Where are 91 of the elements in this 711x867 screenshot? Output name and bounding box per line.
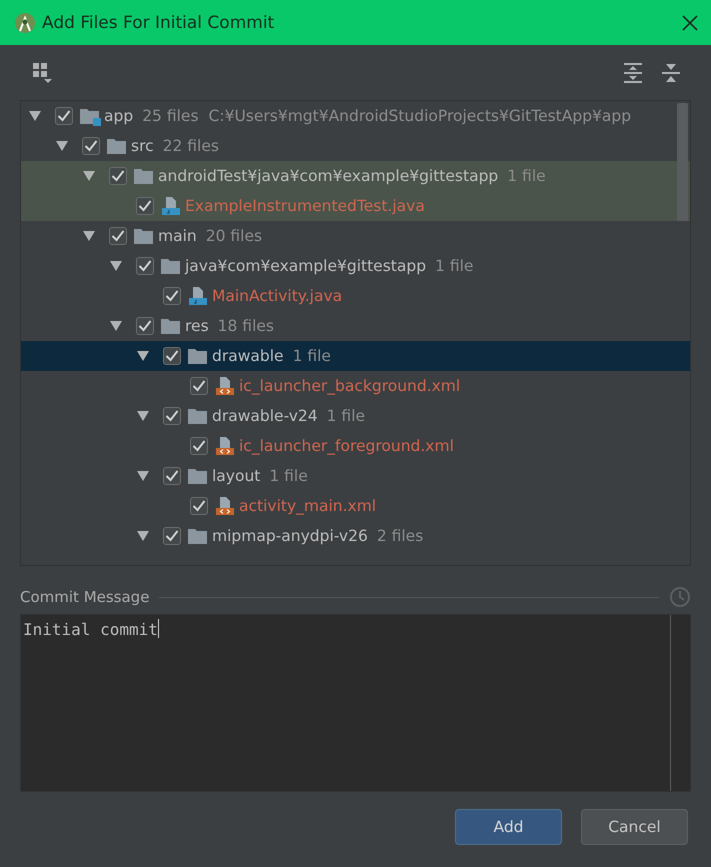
expanded-arrow-icon[interactable] <box>109 320 123 332</box>
file-count: 1 file <box>292 347 331 365</box>
folder-name: res <box>185 317 209 335</box>
checkbox[interactable] <box>163 527 181 545</box>
window-title: Add Files For Initial Commit <box>42 12 276 32</box>
commit-message-field[interactable]: Initial commit <box>20 614 691 792</box>
tree-row[interactable]: androidTest¥java¥com¥example¥gittestapp 1 file <box>21 161 690 191</box>
checkbox[interactable] <box>109 167 127 185</box>
tree-row[interactable]: mipmap-anydpi-v26 2 files <box>21 521 690 551</box>
tree-row[interactable]: drawable-v24 1 file <box>21 401 690 431</box>
folder-name: mipmap-anydpi-v26 <box>212 527 368 545</box>
folder-icon <box>133 166 155 186</box>
tree-row[interactable]: main 20 files <box>21 221 690 251</box>
folder-name: src <box>131 137 154 155</box>
tree-row[interactable]: activity_main.xml <box>21 491 690 521</box>
expanded-arrow-icon[interactable] <box>109 260 123 272</box>
java-file-icon <box>187 286 209 306</box>
xml-file-icon <box>214 376 236 396</box>
folder-icon <box>187 466 209 486</box>
expand-all-icon[interactable] <box>623 62 643 82</box>
checkbox[interactable] <box>190 497 208 515</box>
checkbox[interactable] <box>109 227 127 245</box>
file-count: 25 files <box>142 107 199 125</box>
tree-row[interactable]: src 22 files <box>21 131 690 161</box>
commit-message-label: Commit Message <box>20 588 150 606</box>
folder-name: drawable <box>212 347 284 365</box>
group-by-icon[interactable] <box>32 62 54 84</box>
checkbox[interactable] <box>190 437 208 455</box>
tree-row[interactable]: ic_launcher_foreground.xml <box>21 431 690 461</box>
checkbox[interactable] <box>136 197 154 215</box>
file-count: 1 file <box>269 467 308 485</box>
folder-icon <box>187 526 209 546</box>
file-count: 20 files <box>206 227 262 245</box>
file-name: activity_main.xml <box>239 497 376 515</box>
expanded-arrow-icon[interactable] <box>28 110 42 122</box>
checkbox[interactable] <box>163 407 181 425</box>
scrollbar[interactable] <box>677 103 688 221</box>
tree-row[interactable]: ic_launcher_background.xml <box>21 371 690 401</box>
checkbox[interactable] <box>55 107 73 125</box>
tree-row[interactable]: layout 1 file <box>21 461 690 491</box>
expanded-arrow-icon[interactable] <box>82 170 96 182</box>
app-icon <box>14 12 36 34</box>
folder-icon <box>106 136 128 156</box>
folder-icon <box>160 316 182 336</box>
dialog-button[interactable]: Add <box>455 809 562 845</box>
checkbox[interactable] <box>82 137 100 155</box>
file-count: 1 file <box>435 257 474 275</box>
module-folder-icon <box>79 106 101 126</box>
close-icon[interactable] <box>681 14 699 32</box>
checkbox[interactable] <box>190 377 208 395</box>
expanded-arrow-icon[interactable] <box>136 350 150 362</box>
file-count: 1 file <box>326 407 366 425</box>
java-file-icon <box>160 196 182 216</box>
folder-icon <box>133 226 155 246</box>
dialog-button[interactable]: Cancel <box>581 809 688 845</box>
expanded-arrow-icon[interactable] <box>82 230 96 242</box>
folder-name: androidTest¥java¥com¥example¥gittestapp <box>158 167 498 185</box>
tree-row[interactable]: app 25 files C:¥Users¥mgt¥AndroidStudioProjects¥GitTestApp¥app <box>21 101 690 131</box>
file-name: ic_launcher_background.xml <box>239 377 460 395</box>
file-name: ic_launcher_foreground.xml <box>239 437 454 455</box>
checkbox[interactable] <box>136 317 154 335</box>
file-name: ExampleInstrumentedTest.java <box>185 197 425 215</box>
file-count: 1 file <box>507 167 546 185</box>
folder-icon <box>187 346 209 366</box>
checkbox[interactable] <box>136 257 154 275</box>
folder-name: layout <box>212 467 260 485</box>
checkbox[interactable] <box>163 467 181 485</box>
expanded-arrow-icon[interactable] <box>136 530 150 542</box>
checkbox[interactable] <box>163 287 181 305</box>
file-name: MainActivity.java <box>212 287 342 305</box>
file-count: 18 files <box>218 317 274 335</box>
folder-icon <box>160 256 182 276</box>
xml-file-icon <box>214 436 236 456</box>
expanded-arrow-icon[interactable] <box>136 410 150 422</box>
folder-name: app <box>104 107 134 125</box>
tree-row[interactable]: MainActivity.java <box>21 281 690 311</box>
folder-icon <box>187 406 209 426</box>
expanded-arrow-icon[interactable] <box>55 140 69 152</box>
tree-row[interactable]: res 18 files <box>21 311 690 341</box>
folder-name: java¥com¥example¥gittestapp <box>185 257 426 275</box>
tree-row[interactable]: drawable 1 file <box>21 341 690 371</box>
checkbox[interactable] <box>163 347 181 365</box>
file-count: 22 files <box>162 137 219 155</box>
expanded-arrow-icon[interactable] <box>136 470 150 482</box>
collapse-all-icon[interactable] <box>661 62 681 82</box>
folder-name: drawable-v24 <box>212 407 318 425</box>
folder-path: C:¥Users¥mgt¥AndroidStudioProjects¥GitTestApp¥app <box>208 107 632 125</box>
xml-file-icon <box>214 496 236 516</box>
folder-name: main <box>158 227 197 245</box>
file-count: 2 files <box>376 527 424 545</box>
tree-row[interactable]: java¥com¥example¥gittestapp 1 file <box>21 251 690 281</box>
